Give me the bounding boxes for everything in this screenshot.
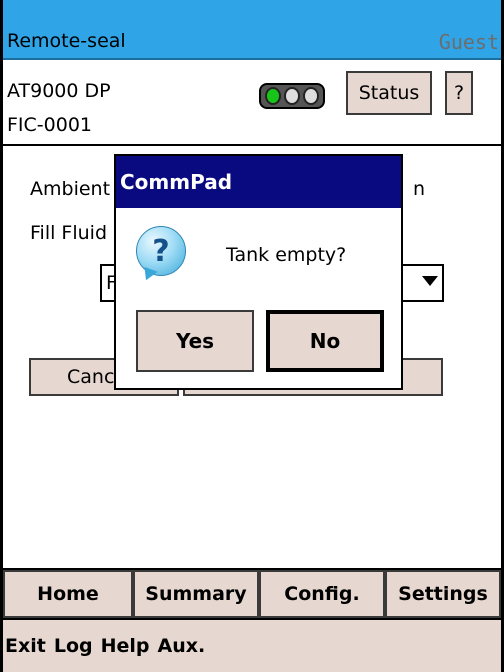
status-light-green	[265, 87, 282, 105]
tab-home[interactable]: Home	[3, 570, 133, 618]
dialog-title: CommPad	[116, 156, 401, 208]
status-button[interactable]: Status	[346, 71, 432, 115]
fill-fluid-label: Fill Fluid	[30, 222, 108, 244]
yes-button[interactable]: Yes	[136, 310, 254, 372]
title-bar: Remote-seal Guest	[3, 0, 501, 60]
ambient-label: Ambient	[30, 178, 111, 200]
menu-item-help[interactable]: Help	[101, 635, 150, 657]
tab-settings[interactable]: Settings	[385, 570, 501, 618]
confirm-dialog: CommPad ? Tank empty? Yes No	[114, 154, 403, 390]
device-info-bar: AT9000 DP FIC-0001 Status ?	[3, 62, 501, 146]
chevron-down-icon	[422, 276, 438, 286]
dialog-message: Tank empty?	[226, 244, 347, 266]
menu-item-aux[interactable]: Aux.	[158, 635, 206, 657]
status-light-off	[302, 87, 319, 105]
menu-bar: Exit Log Help Aux.	[3, 618, 501, 672]
menu-item-exit[interactable]: Exit	[5, 635, 46, 657]
status-light-off	[283, 87, 300, 105]
device-tag: FIC-0001	[7, 114, 93, 136]
tab-summary[interactable]: Summary	[133, 570, 259, 618]
device-model: AT9000 DP	[7, 80, 111, 102]
tab-config[interactable]: Config.	[259, 570, 385, 618]
app-name: Remote-seal	[7, 30, 126, 52]
ambient-label-suffix: n	[413, 178, 426, 200]
menu-item-log[interactable]: Log	[54, 635, 93, 657]
traffic-light-icon	[259, 83, 325, 109]
user-name: Guest	[438, 30, 499, 54]
tab-bar: Home Summary Config. Settings	[3, 568, 501, 618]
no-button[interactable]: No	[266, 310, 384, 372]
help-button[interactable]: ?	[445, 71, 473, 115]
